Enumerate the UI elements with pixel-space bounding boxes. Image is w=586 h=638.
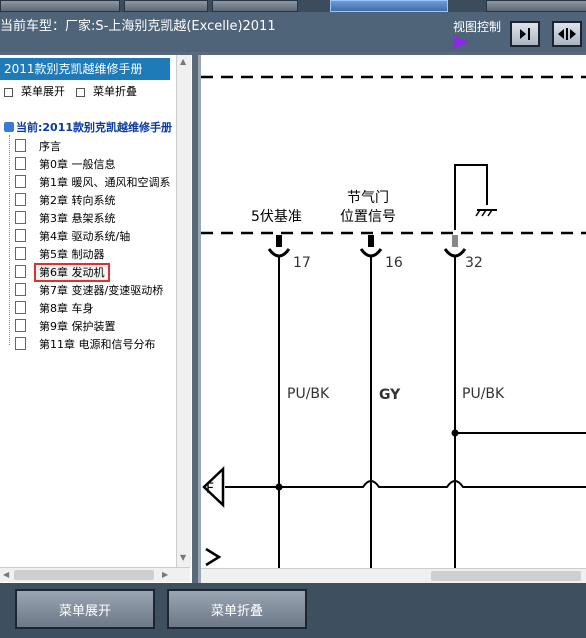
tree-lines bbox=[9, 135, 10, 345]
pin-17-label: 17 bbox=[293, 255, 311, 271]
tree-item[interactable]: 第9章 保护装置 bbox=[15, 318, 116, 336]
tree-item[interactable]: 第3章 悬架系统 bbox=[15, 210, 116, 228]
wire-label-2: GY bbox=[379, 387, 401, 403]
document-icon bbox=[15, 211, 26, 224]
document-icon bbox=[15, 229, 26, 242]
view-control-arrow-icon[interactable] bbox=[453, 35, 469, 49]
scroll-left-icon[interactable]: ◀ bbox=[3, 570, 9, 579]
tree-item[interactable]: 第7章 变速器/变速驱动桥 bbox=[15, 282, 163, 300]
wiring-diagram-panel: 5伏基准 节气门 位置信号 17 16 32 PU/BK GY PU/BK F bbox=[198, 55, 586, 583]
menu-collapse-button[interactable]: 菜单折叠 bbox=[167, 589, 307, 629]
tree-item[interactable]: 第8章 车身 bbox=[15, 300, 94, 318]
tree-item[interactable]: 第1章 暖风、通风和空调系 bbox=[15, 174, 171, 192]
connector-f-label: F bbox=[206, 481, 214, 497]
document-icon bbox=[15, 319, 26, 332]
tree-item[interactable]: 第0章 一般信息 bbox=[15, 156, 116, 174]
toolbar-button[interactable] bbox=[486, 0, 586, 12]
scroll-right-icon[interactable]: ▶ bbox=[162, 570, 168, 579]
scroll-thumb[interactable] bbox=[431, 571, 581, 581]
wiring-diagram: 5伏基准 节气门 位置信号 17 16 32 PU/BK GY PU/BK F bbox=[201, 75, 586, 569]
sidebar-horizontal-scrollbar[interactable]: ◀ ▶ bbox=[0, 567, 190, 582]
pin-16 bbox=[359, 235, 383, 569]
toolbar-button[interactable] bbox=[124, 0, 208, 12]
split-view-button[interactable] bbox=[552, 21, 582, 47]
diagram-horizontal-scrollbar[interactable] bbox=[201, 568, 586, 583]
bottom-bar: 菜单展开 菜单折叠 bbox=[0, 583, 586, 638]
connector-arrow-shape bbox=[205, 547, 222, 567]
sidebar-expand-control[interactable]: 菜单展开 bbox=[4, 83, 65, 99]
document-icon bbox=[15, 337, 26, 350]
view-control-label: 视图控制 bbox=[453, 20, 502, 34]
computer-icon bbox=[4, 122, 14, 132]
document-icon bbox=[15, 193, 26, 206]
expand-icon bbox=[4, 87, 13, 97]
tree-item-label: 第6章 发动机 bbox=[34, 263, 110, 282]
scroll-down-icon[interactable]: ▼ bbox=[180, 553, 186, 562]
tree-item[interactable]: 第4章 驱动系统/轴 bbox=[15, 228, 130, 246]
splice-point bbox=[451, 429, 459, 437]
document-icon bbox=[15, 283, 26, 296]
tree-item-label: 第1章 暖风、通风和空调系 bbox=[39, 176, 171, 189]
toolbar-button[interactable] bbox=[212, 0, 298, 12]
document-icon bbox=[15, 139, 26, 152]
tree-item-label: 第3章 悬架系统 bbox=[39, 212, 116, 225]
document-icon bbox=[15, 157, 26, 170]
sidebar-title: 2011款别克凯越维修手册 bbox=[0, 58, 170, 80]
split-arrows-icon bbox=[558, 28, 576, 40]
tree-item-label: 第8章 车身 bbox=[39, 302, 94, 315]
wire-label-1: PU/BK bbox=[287, 386, 330, 402]
tree-item-label: 第0章 一般信息 bbox=[39, 158, 116, 171]
collapse-panel-button[interactable] bbox=[510, 21, 540, 47]
sidebar-expand-label: 菜单展开 bbox=[21, 85, 65, 98]
wire-label-3: PU/BK bbox=[462, 386, 505, 402]
document-icon bbox=[15, 265, 26, 278]
splice-point bbox=[275, 483, 283, 491]
scroll-up-icon[interactable]: ▲ bbox=[180, 57, 186, 66]
document-icon bbox=[15, 301, 26, 314]
arrow-right-bar-icon bbox=[520, 28, 530, 40]
tree-item[interactable]: 第6章 发动机 bbox=[15, 263, 110, 282]
pin-32-label: 32 bbox=[465, 255, 483, 271]
collapse-icon bbox=[76, 87, 85, 97]
tree-item[interactable]: 第11章 电源和信号分布 bbox=[15, 336, 156, 354]
tree-item-label: 第5章 制动器 bbox=[39, 248, 105, 261]
toolbar-button-active[interactable] bbox=[330, 0, 448, 12]
toolbar-button[interactable] bbox=[0, 0, 120, 12]
sidebar: 2011款别克凯越维修手册 菜单展开 菜单折叠 当前:2011款别克凯越维修手册… bbox=[0, 55, 192, 583]
tree-item-label: 第7章 变速器/变速驱动桥 bbox=[39, 284, 164, 297]
ref-5v-label: 5伏基准 bbox=[251, 208, 302, 225]
ground-wire bbox=[454, 164, 488, 230]
document-icon bbox=[15, 175, 26, 188]
tree-item-label: 序言 bbox=[39, 140, 61, 153]
throttle-label-line1: 节气门 bbox=[347, 190, 389, 206]
top-toolbar bbox=[0, 0, 586, 12]
tree-item[interactable]: 第2章 转向系统 bbox=[15, 192, 116, 210]
tree-item-label: 第9章 保护装置 bbox=[39, 320, 116, 333]
menu-expand-button[interactable]: 菜单展开 bbox=[15, 589, 155, 629]
throttle-label-line2: 位置信号 bbox=[340, 209, 396, 225]
vehicle-label: 当前车型：厂家:S-上海别克凯越(Excelle)2011 bbox=[0, 19, 276, 34]
sidebar-collapse-control[interactable]: 菜单折叠 bbox=[76, 83, 137, 99]
tree-root-label: 当前:2011款别克凯越维修手册 bbox=[16, 121, 173, 134]
tree-root[interactable]: 当前:2011款别克凯越维修手册 bbox=[4, 119, 172, 135]
tree-item[interactable]: 第5章 制动器 bbox=[15, 246, 105, 264]
tree-item-label: 第11章 电源和信号分布 bbox=[39, 338, 156, 351]
pin-17 bbox=[267, 235, 291, 569]
tree-item-label: 第2章 转向系统 bbox=[39, 194, 116, 207]
pin-16-label: 16 bbox=[385, 255, 403, 271]
scroll-thumb[interactable] bbox=[14, 570, 154, 580]
sidebar-vertical-scrollbar[interactable]: ▲ ▼ bbox=[176, 55, 191, 567]
sidebar-collapse-label: 菜单折叠 bbox=[93, 85, 137, 98]
pin-32 bbox=[443, 235, 467, 569]
tree-item-label: 第4章 驱动系统/轴 bbox=[39, 230, 131, 243]
document-icon bbox=[15, 247, 26, 260]
ground-icon bbox=[475, 209, 497, 217]
tree-item[interactable]: 序言 bbox=[15, 138, 61, 156]
